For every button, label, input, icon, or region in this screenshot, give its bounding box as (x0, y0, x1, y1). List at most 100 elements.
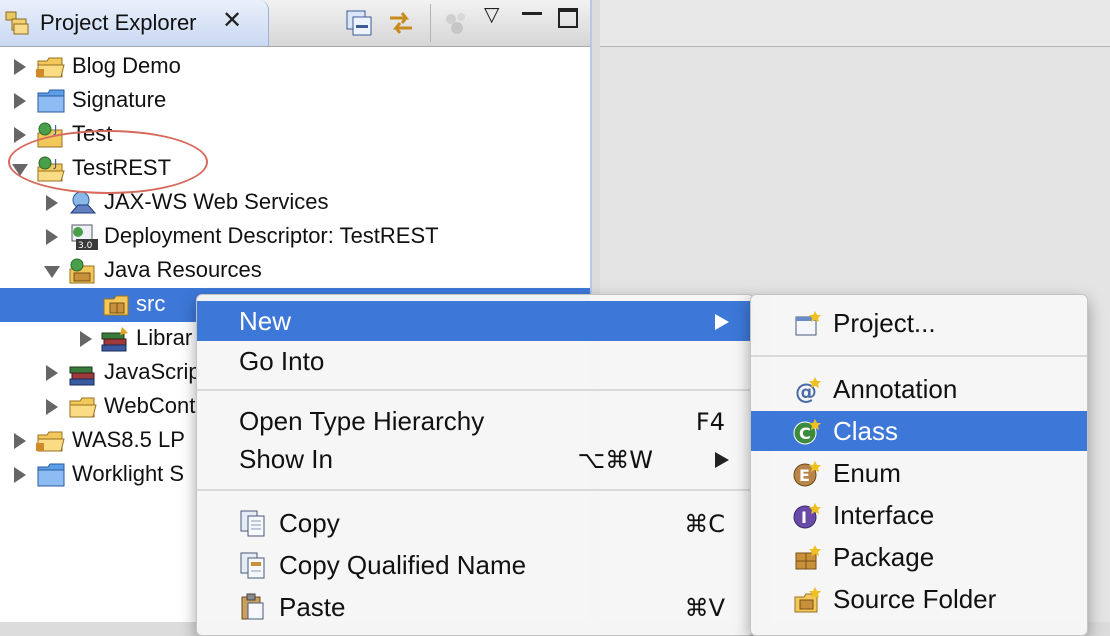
svg-text:I: I (801, 508, 807, 527)
tree-item-label: Blog Demo (72, 53, 181, 78)
view-header: Project Explorer ✕ ▽ (0, 0, 590, 47)
tree-item-label: Deployment Descriptor: TestREST (104, 223, 439, 248)
highlight-ellipse (8, 130, 208, 194)
shortcut-label: F4 (695, 408, 725, 436)
tree-item-label: Signature (72, 87, 167, 112)
libraries-icon (100, 325, 130, 353)
menu-separator (197, 489, 753, 491)
tree-item-label: Librar (136, 325, 193, 350)
submenu-item-label: Project... (833, 308, 936, 338)
menu-item-label: Copy Qualified Name (279, 550, 527, 580)
menu-item-label: Copy (279, 508, 340, 538)
menu-item-new[interactable]: New (197, 301, 753, 341)
tree-item-signature[interactable]: Signature (0, 84, 590, 118)
shortcut-label: ⌘C (684, 510, 725, 538)
expand-arrow-icon[interactable] (46, 195, 58, 211)
submenu-item-enum[interactable]: E Enum (751, 453, 1087, 493)
editor-header (600, 0, 1110, 47)
tree-item-label: WebCont (104, 393, 196, 418)
context-menu: New Go Into Open Type Hierarchy F4 Show … (196, 294, 754, 636)
tree-item-deployment-descriptor[interactable]: 3.0 Deployment Descriptor: TestREST (0, 220, 590, 254)
svg-text:E: E (799, 466, 810, 485)
expand-arrow-icon[interactable] (46, 229, 58, 245)
copy-qualified-name-icon (239, 551, 267, 579)
package-icon (793, 543, 823, 573)
package-folder-icon (102, 291, 132, 319)
deployment-descriptor-icon: 3.0 (68, 223, 98, 251)
svg-text:3.0: 3.0 (78, 241, 93, 251)
project-folder-icon (36, 427, 66, 455)
menu-item-label: New (239, 306, 292, 336)
submenu-arrow-icon (715, 314, 729, 330)
expand-arrow-icon[interactable] (14, 467, 26, 483)
menu-item-show-in[interactable]: Show In ⌥⌘W (197, 439, 753, 479)
class-icon: C (793, 417, 823, 447)
copy-icon (239, 509, 267, 537)
submenu-item-label: Class (833, 416, 899, 446)
project-explorer-icon (4, 10, 32, 36)
source-folder-icon (793, 585, 823, 615)
new-project-icon (793, 309, 823, 339)
menu-item-open-type-hierarchy[interactable]: Open Type Hierarchy F4 (197, 401, 753, 441)
menu-item-go-into[interactable]: Go Into (197, 341, 753, 381)
expand-arrow-icon[interactable] (46, 365, 58, 381)
submenu-item-label: Annotation (833, 374, 958, 404)
project-folder-icon (36, 53, 66, 81)
expand-arrow-icon[interactable] (14, 93, 26, 109)
svg-text:C: C (799, 424, 811, 443)
menu-separator (197, 389, 753, 391)
tree-item-java-resources[interactable]: Java Resources (0, 254, 590, 288)
java-resources-icon (68, 257, 98, 285)
menu-item-label: Paste (279, 592, 346, 622)
submenu-item-interface[interactable]: I Interface (751, 495, 1087, 535)
menu-separator (751, 355, 1087, 357)
expand-arrow-icon[interactable] (80, 331, 92, 347)
view-menu-icon[interactable]: ▽ (484, 2, 499, 26)
submenu-item-project[interactable]: Project... (751, 303, 1087, 343)
close-icon[interactable]: ✕ (222, 6, 242, 34)
menu-item-label: Go Into (239, 346, 325, 376)
menu-item-label: Show In (239, 444, 333, 474)
menu-item-copy-qualified-name[interactable]: Copy Qualified Name (197, 545, 753, 585)
shortcut-label: ⌘V (684, 594, 725, 622)
toolbar-separator (430, 4, 431, 42)
tree-item-label: Java Resources (104, 257, 262, 282)
submenu-arrow-icon (715, 452, 729, 468)
submenu-item-package[interactable]: Package (751, 537, 1087, 577)
expand-arrow-icon[interactable] (14, 127, 26, 143)
submenu-item-label: Interface (833, 500, 935, 530)
tree-item-blog-demo[interactable]: Blog Demo (0, 50, 590, 84)
expand-arrow-icon[interactable] (14, 433, 26, 449)
project-explorer-tab[interactable]: Project Explorer ✕ (0, 0, 269, 46)
tree-item-label: WAS8.5 LP (72, 427, 185, 452)
javascript-resources-icon (68, 359, 98, 387)
paste-icon (239, 593, 267, 621)
expand-arrow-icon[interactable] (14, 59, 26, 75)
menu-item-label: Open Type Hierarchy (239, 406, 485, 436)
collapse-all-icon[interactable] (344, 8, 374, 38)
enum-icon: E (793, 459, 823, 489)
submenu-item-label: Source Folder (833, 584, 997, 614)
submenu-item-class[interactable]: C Class (751, 411, 1087, 451)
tree-item-label: JavaScrip (104, 359, 201, 384)
folder-icon (36, 461, 66, 489)
interface-icon: I (793, 501, 823, 531)
submenu-item-source-folder[interactable]: Source Folder (751, 579, 1087, 619)
new-submenu: Project... @ Annotation C Class E Enum I… (750, 294, 1088, 636)
minimize-icon[interactable] (522, 12, 542, 15)
submenu-item-annotation[interactable]: @ Annotation (751, 369, 1087, 409)
expand-arrow-icon[interactable] (46, 399, 58, 415)
tree-item-label: JAX-WS Web Services (104, 189, 329, 214)
menu-item-paste[interactable]: Paste ⌘V (197, 587, 753, 627)
link-with-editor-icon[interactable] (386, 8, 416, 38)
filter-icon[interactable] (442, 8, 472, 38)
folder-icon (68, 393, 98, 421)
folder-icon (36, 87, 66, 115)
menu-item-copy[interactable]: Copy ⌘C (197, 503, 753, 543)
tree-item-label: src (136, 291, 166, 316)
tree-item-label: Worklight S (72, 461, 185, 486)
collapse-arrow-icon[interactable] (44, 266, 60, 278)
maximize-icon[interactable] (558, 8, 578, 28)
view-title: Project Explorer (40, 10, 197, 35)
submenu-item-label: Package (833, 542, 935, 572)
